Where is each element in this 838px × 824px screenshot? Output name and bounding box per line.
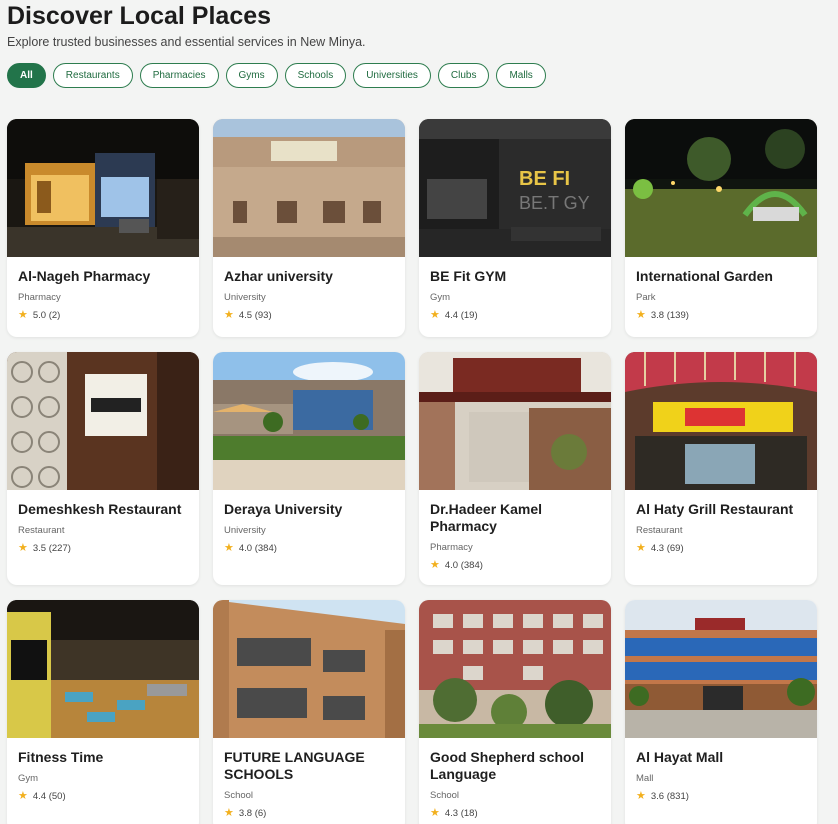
place-rating: ★ 4.3 (18) — [430, 807, 600, 820]
place-rating: ★ 4.4 (19) — [430, 309, 600, 322]
rating-value: 4.3 (69) — [650, 543, 684, 554]
filter-chip-gyms[interactable]: Gyms — [225, 63, 278, 88]
place-name: FUTURE LANGUAGE SCHOOLS — [224, 749, 365, 782]
filter-chip-pharmacies[interactable]: Pharmacies — [139, 63, 219, 88]
place-photo — [213, 600, 405, 738]
place-photo — [625, 600, 817, 738]
rating-value: 4.4 (50) — [32, 791, 66, 802]
rating-value: 4.0 (384) — [444, 560, 483, 571]
places-grid: Al-Nageh Pharmacy Pharmacy ★ 5.0 (2) Azh… — [7, 119, 817, 824]
page-title: Discover Local Places — [7, 2, 272, 30]
place-name: Al-Nageh Pharmacy — [18, 268, 151, 284]
rating-value: 4.4 (19) — [444, 310, 478, 321]
place-rating: ★ 3.8 (6) — [224, 807, 394, 820]
place-category: Gym — [18, 773, 39, 784]
place-category: Park — [636, 292, 656, 303]
filter-chip-universities[interactable]: Universities — [353, 63, 431, 88]
category-filters: All Restaurants Pharmacies Gyms Schools … — [7, 63, 546, 88]
rating-value: 3.8 (6) — [238, 808, 267, 819]
place-card[interactable]: BE FI BE.T GY BE Fit GYM Gym ★ 4.4 (19) — [419, 119, 611, 337]
page-subtitle: Explore trusted businesses and essential… — [7, 35, 366, 49]
star-icon: ★ — [430, 807, 440, 819]
place-name: BE Fit GYM — [430, 268, 507, 284]
rating-value: 3.5 (227) — [32, 543, 71, 554]
place-card[interactable]: Azhar university University ★ 4.5 (93) — [213, 119, 405, 337]
place-rating: ★ 5.0 (2) — [18, 309, 188, 322]
place-category: Mall — [636, 773, 654, 784]
star-icon: ★ — [636, 309, 646, 321]
place-category: School — [224, 790, 254, 801]
place-card[interactable]: Fitness Time Gym ★ 4.4 (50) — [7, 600, 199, 824]
place-category: Gym — [430, 292, 451, 303]
place-rating: ★ 3.6 (831) — [636, 790, 806, 803]
place-card[interactable]: Al-Nageh Pharmacy Pharmacy ★ 5.0 (2) — [7, 119, 199, 337]
place-card[interactable]: Dr.Hadeer Kamel Pharmacy Pharmacy ★ 4.0 … — [419, 352, 611, 585]
place-card[interactable]: Demeshkesh Restaurant Restaurant ★ 3.5 (… — [7, 352, 199, 585]
place-rating: ★ 4.3 (69) — [636, 542, 806, 555]
place-photo — [419, 352, 611, 490]
place-name: Dr.Hadeer Kamel Pharmacy — [430, 501, 543, 534]
place-name: Fitness Time — [18, 749, 104, 765]
place-photo: BE FI BE.T GY — [419, 119, 611, 257]
place-photo — [213, 119, 405, 257]
star-icon: ★ — [636, 790, 646, 802]
place-name: Demeshkesh Restaurant — [18, 501, 182, 517]
rating-value: 3.6 (831) — [650, 791, 689, 802]
star-icon: ★ — [224, 542, 234, 554]
svg-text:BE FI: BE FI — [519, 168, 570, 190]
rating-value: 4.3 (18) — [444, 808, 478, 819]
rating-value: 4.5 (93) — [238, 310, 272, 321]
place-category: Pharmacy — [430, 542, 473, 553]
place-category: Restaurant — [636, 525, 683, 536]
star-icon: ★ — [224, 309, 234, 321]
star-icon: ★ — [636, 542, 646, 554]
place-card[interactable]: Deraya University University ★ 4.0 (384) — [213, 352, 405, 585]
place-rating: ★ 3.5 (227) — [18, 542, 188, 555]
place-name: International Garden — [636, 268, 773, 284]
place-category: University — [224, 292, 266, 303]
place-card[interactable]: Al Haty Grill Restaurant Restaurant ★ 4.… — [625, 352, 817, 585]
place-photo — [625, 119, 817, 257]
rating-value: 5.0 (2) — [32, 310, 61, 321]
star-icon: ★ — [224, 807, 234, 819]
rating-value: 3.8 (139) — [650, 310, 689, 321]
place-rating: ★ 4.4 (50) — [18, 790, 188, 803]
star-icon: ★ — [18, 790, 28, 802]
place-name: Deraya University — [224, 501, 343, 517]
place-photo — [7, 352, 199, 490]
star-icon: ★ — [430, 559, 440, 571]
place-category: Restaurant — [18, 525, 65, 536]
place-card[interactable]: Good Shepherd school Language School ★ 4… — [419, 600, 611, 824]
place-category: University — [224, 525, 266, 536]
place-photo — [213, 352, 405, 490]
place-category: Pharmacy — [18, 292, 61, 303]
place-photo — [625, 352, 817, 490]
place-name: Good Shepherd school Language — [430, 749, 585, 782]
filter-chip-all[interactable]: All — [7, 63, 46, 88]
place-photo — [419, 600, 611, 738]
svg-text:BE.T GY: BE.T GY — [519, 193, 590, 213]
place-rating: ★ 3.8 (139) — [636, 309, 806, 322]
place-rating: ★ 4.5 (93) — [224, 309, 394, 322]
place-card[interactable]: FUTURE LANGUAGE SCHOOLS School ★ 3.8 (6) — [213, 600, 405, 824]
place-photo — [7, 119, 199, 257]
place-rating: ★ 4.0 (384) — [224, 542, 394, 555]
filter-chip-malls[interactable]: Malls — [496, 63, 546, 88]
rating-value: 4.0 (384) — [238, 543, 277, 554]
place-name: Azhar university — [224, 268, 333, 284]
star-icon: ★ — [18, 309, 28, 321]
place-name: Al Haty Grill Restaurant — [636, 501, 794, 517]
place-photo — [7, 600, 199, 738]
place-category: School — [430, 790, 460, 801]
filter-chip-restaurants[interactable]: Restaurants — [52, 63, 133, 88]
place-rating: ★ 4.0 (384) — [430, 559, 600, 572]
place-card[interactable]: Al Hayat Mall Mall ★ 3.6 (831) — [625, 600, 817, 824]
place-name: Al Hayat Mall — [636, 749, 724, 765]
filter-chip-clubs[interactable]: Clubs — [437, 63, 490, 88]
star-icon: ★ — [430, 309, 440, 321]
star-icon: ★ — [18, 542, 28, 554]
filter-chip-schools[interactable]: Schools — [284, 63, 347, 88]
place-card[interactable]: International Garden Park ★ 3.8 (139) — [625, 119, 817, 337]
